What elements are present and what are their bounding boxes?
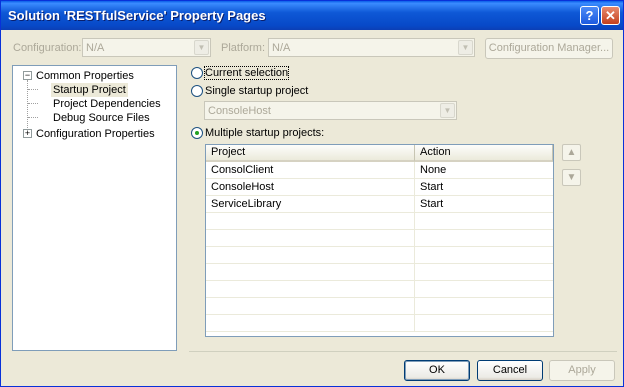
configuration-manager-button[interactable]: Configuration Manager... [485, 38, 613, 59]
tree-item-project-dependencies[interactable]: Project Dependencies [53, 97, 161, 111]
tree-item-common-properties[interactable]: Common Properties [36, 69, 134, 83]
move-down-button[interactable]: ▼ [562, 169, 581, 186]
close-icon: ✕ [605, 8, 616, 23]
action-cell[interactable]: Start [415, 196, 553, 212]
current-selection-radio[interactable] [191, 67, 203, 79]
table-row[interactable]: ConsolClient None [206, 162, 553, 179]
empty-row [206, 213, 553, 230]
configuration-value: N/A [86, 42, 105, 54]
action-cell[interactable]: Start [415, 179, 553, 195]
arrow-up-icon: ▲ [566, 147, 577, 158]
table-row[interactable]: ServiceLibrary Start [206, 196, 553, 213]
tree-item-configuration-properties[interactable]: Configuration Properties [36, 127, 155, 141]
empty-row [206, 298, 553, 315]
cancel-button[interactable]: Cancel [477, 360, 543, 381]
tree-item-startup-project[interactable]: Startup Project [51, 83, 128, 97]
close-button[interactable]: ✕ [601, 6, 620, 25]
settings-tree[interactable]: − Common Properties Startup Project Proj… [12, 65, 177, 351]
chevron-down-icon: ▼ [194, 40, 209, 55]
single-startup-radio[interactable] [191, 85, 203, 97]
project-cell: ConsolClient [206, 162, 415, 178]
table-row[interactable]: ConsoleHost Start [206, 179, 553, 196]
platform-label: Platform: [221, 42, 266, 54]
action-cell[interactable]: None [415, 162, 553, 178]
current-selection-label[interactable]: Current selection [203, 66, 290, 80]
chevron-down-icon: ▼ [440, 103, 455, 118]
column-header-action[interactable]: Action [415, 145, 553, 162]
empty-row [206, 281, 553, 298]
apply-button[interactable]: Apply [549, 360, 615, 381]
separator [189, 351, 617, 352]
empty-row [206, 315, 553, 332]
configuration-label: Configuration: [13, 42, 82, 54]
chevron-down-icon: ▼ [458, 40, 473, 55]
multiple-startup-radio[interactable] [191, 127, 203, 139]
help-icon: ? [585, 8, 594, 23]
column-header-project[interactable]: Project [206, 145, 415, 162]
expand-icon[interactable]: + [23, 129, 32, 138]
collapse-icon[interactable]: − [23, 71, 32, 80]
property-pages-dialog: Solution 'RESTfulService' Property Pages… [0, 0, 624, 387]
move-up-button[interactable]: ▲ [562, 144, 581, 161]
empty-row [206, 230, 553, 247]
platform-combobox[interactable]: N/A ▼ [268, 38, 475, 57]
single-startup-combobox[interactable]: ConsoleHost ▼ [204, 101, 457, 120]
single-startup-label[interactable]: Single startup project [205, 85, 308, 97]
help-button[interactable]: ? [580, 6, 599, 25]
empty-row [206, 247, 553, 264]
arrow-down-icon: ▼ [566, 172, 577, 183]
empty-row [206, 264, 553, 281]
project-cell: ServiceLibrary [206, 196, 415, 212]
configuration-combobox[interactable]: N/A ▼ [82, 38, 211, 57]
ok-button[interactable]: OK [404, 360, 470, 381]
project-cell: ConsoleHost [206, 179, 415, 195]
tree-item-debug-source-files[interactable]: Debug Source Files [53, 111, 150, 125]
single-startup-value: ConsoleHost [208, 105, 271, 117]
multiple-startup-label[interactable]: Multiple startup projects: [205, 127, 324, 139]
startup-projects-grid[interactable]: Project Action ConsolClient None Console… [205, 144, 554, 337]
title-bar[interactable]: Solution 'RESTfulService' Property Pages… [1, 1, 623, 30]
window-title: Solution 'RESTfulService' Property Pages [8, 8, 266, 23]
platform-value: N/A [272, 42, 291, 54]
